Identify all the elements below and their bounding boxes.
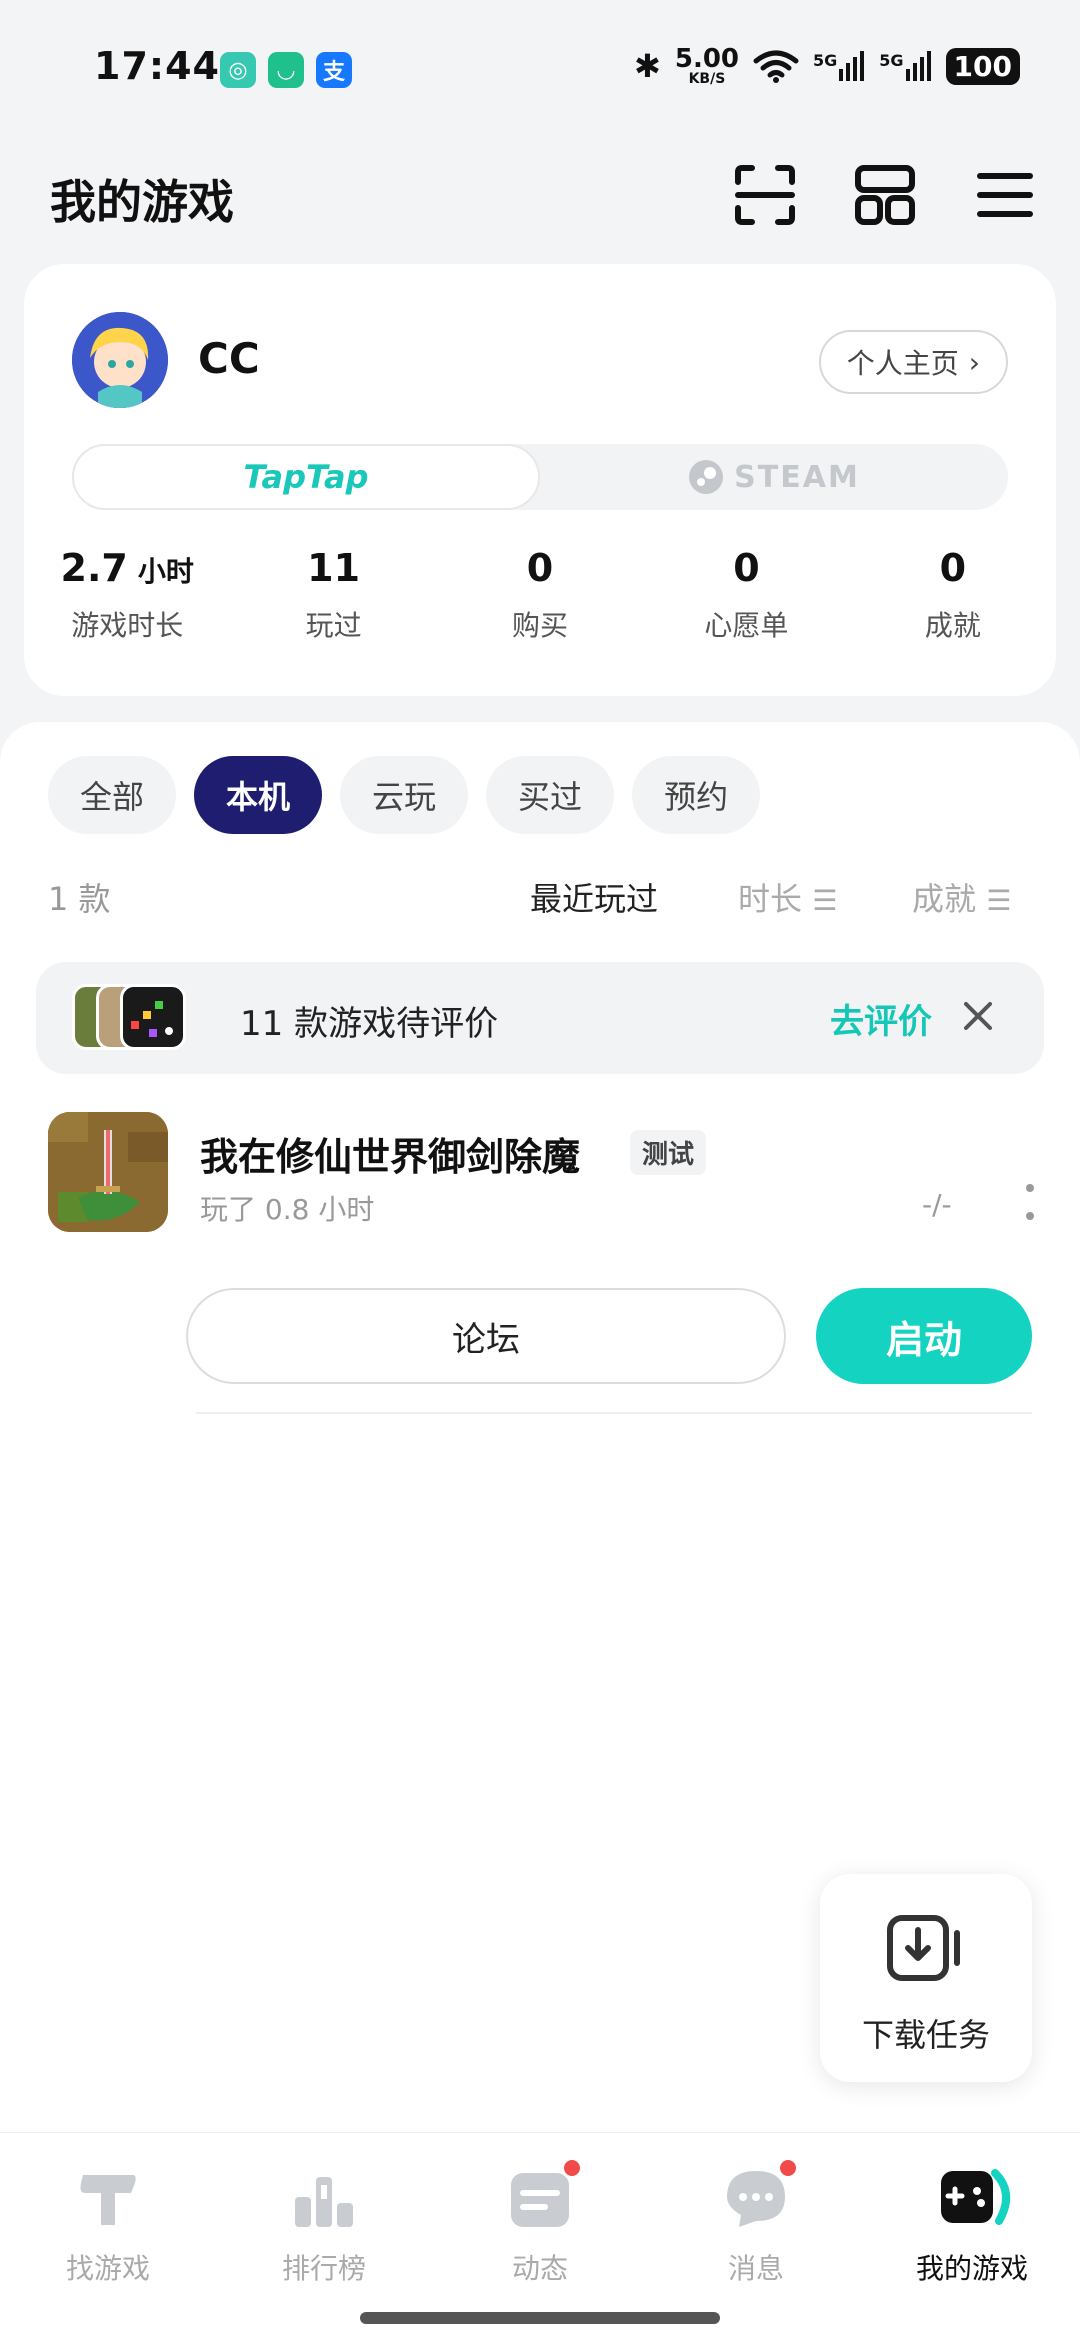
sort-achievement[interactable]: 成就 ☰ — [912, 874, 1011, 920]
screen: 17:44 ◎ ◡ 支 ✱ 5.00 KB/S 5G 5G 100 我的游戏 C… — [0, 0, 1080, 2344]
close-icon[interactable] — [956, 994, 1000, 1038]
steam-icon — [689, 460, 724, 494]
download-tasks-label: 下载任务 — [861, 2016, 990, 2054]
menu-icon[interactable] — [970, 160, 1040, 230]
grid-layout-icon[interactable] — [850, 160, 920, 230]
messages-icon — [721, 2157, 799, 2233]
tab-steam[interactable]: STEAM — [540, 444, 1008, 510]
shop-app-icon: ◡ — [268, 52, 304, 88]
review-banner[interactable]: 11 款游戏待评价 去评价 — [36, 962, 1044, 1074]
status-bar: 17:44 ◎ ◡ 支 ✱ 5.00 KB/S 5G 5G 100 — [0, 0, 1080, 140]
header: 我的游戏 — [0, 160, 1080, 270]
go-review-button[interactable]: 去评价 — [830, 994, 932, 1043]
notification-dot — [777, 2157, 799, 2179]
stat-purchased[interactable]: 0 购买 — [437, 546, 643, 644]
home-indicator[interactable] — [360, 2312, 720, 2324]
feed-icon — [505, 2157, 583, 2233]
divider — [196, 1412, 1032, 1414]
bluetooth-icon: ✱ — [634, 47, 661, 85]
pending-game-icons — [72, 984, 212, 1052]
scan-icon[interactable] — [730, 160, 800, 230]
username: CC — [198, 334, 260, 383]
sort-recent-played[interactable]: 最近玩过 — [530, 874, 658, 920]
sort-icon: ☰ — [812, 884, 838, 917]
status-indicators: ✱ 5.00 KB/S 5G 5G 100 — [634, 46, 1020, 86]
filter-chip-reserved[interactable]: 预约 — [632, 756, 761, 834]
nav-rankings[interactable]: 排行榜 — [216, 2163, 432, 2303]
signal-icon: 5G — [813, 51, 865, 81]
download-tasks-button[interactable]: 下载任务 — [820, 1874, 1032, 2082]
status-app-icons: ◎ ◡ 支 — [220, 52, 352, 88]
my-games-icon — [937, 2163, 1010, 2233]
filter-chips: 全部 本机 云玩 买过 预约 — [48, 756, 761, 834]
sort-row: 1 款 最近玩过 时长 ☰ 成就 ☰ — [48, 874, 1080, 924]
page-title: 我的游戏 — [50, 175, 234, 229]
net-speed: 5.00 KB/S — [674, 44, 740, 87]
nav-feed[interactable]: 动态 — [432, 2157, 648, 2303]
steam-label: STEAM — [734, 459, 860, 495]
chevron-right-icon: › — [968, 345, 980, 379]
nav-my-games[interactable]: 我的游戏 — [864, 2163, 1080, 2303]
download-icon — [887, 1915, 960, 1981]
forum-button[interactable]: 论坛 — [186, 1288, 786, 1384]
game-score: -/- — [922, 1188, 952, 1221]
homepage-label: 个人主页 — [846, 347, 959, 380]
nav-find-games[interactable]: 找游戏 — [0, 2163, 216, 2303]
chat-app-icon: ◎ — [220, 52, 256, 88]
find-games-icon — [73, 2163, 143, 2233]
homepage-button[interactable]: 个人主页 › — [818, 330, 1008, 394]
game-count: 1 款 — [48, 880, 111, 918]
launch-button[interactable]: 启动 — [816, 1288, 1032, 1384]
nav-messages[interactable]: 消息 — [648, 2157, 864, 2303]
stat-played[interactable]: 11 玩过 — [230, 546, 436, 644]
alipay-app-icon: 支 — [316, 52, 352, 88]
avatar[interactable] — [72, 312, 168, 408]
wifi-icon — [753, 50, 799, 83]
play-time-text: 玩了 0.8 小时 — [200, 1193, 375, 1226]
profile-card: CC 个人主页 › TapTap STEAM 2.7 小时 游戏时长 11 玩过… — [24, 264, 1056, 696]
platform-tabs: TapTap STEAM — [72, 444, 1008, 510]
list-item[interactable]: 我在修仙世界御剑除魔 测试 玩了 0.8 小时 -/- 论坛 启动 — [48, 1112, 1034, 1414]
tab-taptap[interactable]: TapTap — [72, 444, 540, 510]
signal-icon: 5G — [879, 51, 931, 81]
header-actions — [730, 160, 1040, 230]
sort-duration[interactable]: 时长 ☰ — [738, 874, 837, 920]
review-banner-text: 11 款游戏待评价 — [240, 1004, 499, 1044]
stat-wishlist[interactable]: 0 心愿单 — [643, 546, 849, 644]
more-options-icon[interactable] — [1024, 1182, 1036, 1222]
stats-row: 2.7 小时 游戏时长 11 玩过 0 购买 0 心愿单 0 成就 — [24, 546, 1056, 644]
rankings-icon — [289, 2163, 359, 2233]
sort-icon: ☰ — [986, 884, 1012, 917]
notification-dot — [561, 2157, 583, 2179]
stat-achievements[interactable]: 0 成就 — [850, 546, 1056, 644]
battery-indicator: 100 — [945, 47, 1020, 85]
filter-chip-all[interactable]: 全部 — [48, 756, 177, 834]
filter-chip-bought[interactable]: 买过 — [486, 756, 615, 834]
test-badge: 测试 — [630, 1130, 707, 1175]
filter-chip-local[interactable]: 本机 — [194, 756, 323, 834]
filter-chip-cloud[interactable]: 云玩 — [340, 756, 469, 834]
game-title[interactable]: 我在修仙世界御剑除魔 — [200, 1126, 580, 1181]
game-icon[interactable] — [48, 1112, 168, 1232]
status-time: 17:44 — [94, 44, 220, 88]
stat-play-time[interactable]: 2.7 小时 游戏时长 — [24, 546, 230, 644]
game-thumb-icon — [120, 984, 186, 1050]
